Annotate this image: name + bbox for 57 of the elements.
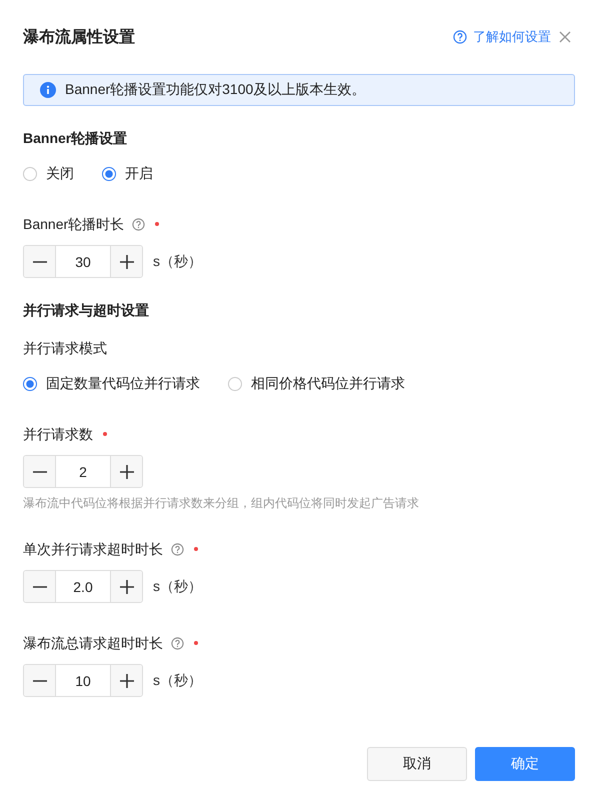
cancel-button[interactable]: 取消 (367, 747, 467, 781)
hint-text: 瀑布流中代码位将根据并行请求数来分组，组内代码位将同时发起广告请求 (23, 495, 420, 512)
increment-button[interactable] (111, 246, 142, 277)
number-input[interactable]: 30 (55, 246, 111, 277)
help-icon[interactable] (132, 218, 146, 230)
radio-label: 关闭 (46, 165, 74, 183)
radio-button[interactable] (102, 167, 116, 181)
field-label: Banner轮播时长 (23, 215, 124, 234)
radio-option[interactable]: 开启 (102, 164, 153, 184)
radio-button[interactable] (23, 377, 37, 391)
number-stepper[interactable]: 2 (23, 455, 143, 488)
help-link[interactable]: 了解如何设置 (453, 28, 551, 46)
decrement-button[interactable] (24, 246, 55, 277)
help-icon (453, 30, 467, 44)
field-label: 瀑布流总请求超时时长 (23, 634, 163, 653)
decrement-button[interactable] (24, 571, 55, 602)
radio-option[interactable]: 固定数量代码位并行请求 (23, 374, 200, 394)
field-label: 并行请求数 (23, 425, 93, 444)
radio-button[interactable] (228, 377, 242, 391)
radio-label: 固定数量代码位并行请求 (46, 375, 200, 393)
number-stepper[interactable]: 10 (23, 664, 143, 697)
minus-icon (32, 470, 46, 472)
notice-text: Banner轮播设置功能仅对3100及以上版本生效。 (65, 81, 366, 99)
unit-label: s（秒） (153, 252, 202, 270)
decrement-button[interactable] (24, 456, 55, 487)
number-stepper[interactable]: 30 (23, 245, 143, 278)
unit-label: s（秒） (153, 672, 202, 690)
minus-icon (32, 260, 46, 262)
info-icon (40, 82, 56, 98)
radio-label: 开启 (125, 165, 153, 183)
help-icon[interactable] (171, 542, 184, 556)
increment-button[interactable] (111, 571, 142, 602)
close-icon[interactable] (559, 31, 571, 43)
increment-button[interactable] (111, 665, 142, 696)
radio-button[interactable] (23, 167, 37, 181)
section-heading: 并行请求与超时设置 (23, 301, 150, 320)
radio-option[interactable]: 相同价格代码位并行请求 (228, 374, 405, 394)
unit-label: s（秒） (153, 578, 202, 596)
dialog-title: 瀑布流属性设置 (23, 27, 136, 48)
decrement-button[interactable] (24, 665, 55, 696)
number-stepper[interactable]: 2.0 (23, 570, 143, 603)
section-heading: Banner轮播设置 (23, 129, 128, 148)
number-input[interactable]: 2 (55, 456, 111, 487)
plus-icon (120, 254, 134, 268)
number-input[interactable]: 2.0 (55, 571, 111, 602)
plus-icon (120, 674, 134, 688)
plus-icon (120, 464, 134, 478)
number-input[interactable]: 10 (55, 665, 111, 696)
increment-button[interactable] (111, 456, 142, 487)
radio-label: 相同价格代码位并行请求 (251, 375, 405, 393)
field-label: 并行请求模式 (23, 339, 108, 358)
minus-icon (32, 680, 46, 682)
plus-icon (120, 580, 134, 594)
radio-option[interactable]: 关闭 (23, 164, 74, 184)
minus-icon (32, 586, 46, 588)
help-icon[interactable] (171, 636, 184, 650)
field-label: 单次并行请求超时时长 (23, 540, 163, 559)
